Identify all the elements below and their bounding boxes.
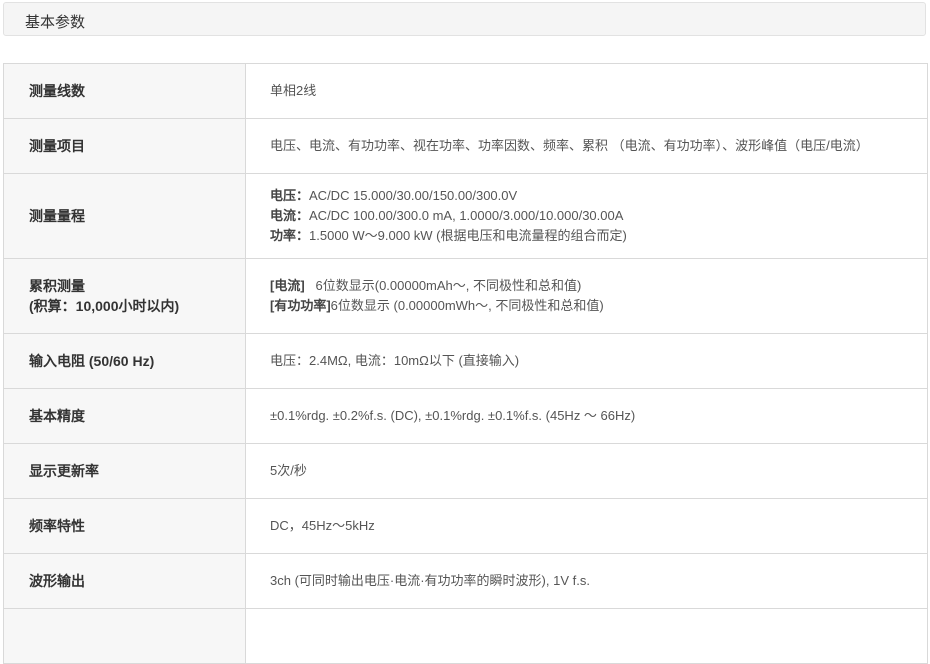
row-label: 显示更新率 — [3, 443, 246, 499]
value-text: AC/DC 15.000/30.00/150.00/300.0V — [309, 188, 518, 203]
value-key: 电压： — [270, 188, 310, 203]
row-label: 累积测量 (积算：10,000小时以内) — [3, 258, 246, 334]
spec-table: 测量线数 单相2线 测量项目 电压、电流、有功功率、视在功率、功率因数、频率、累… — [3, 63, 928, 664]
table-row — [3, 608, 928, 664]
row-value: 电压：2.4MΩ, 电流：10mΩ以下 (直接输入) — [245, 333, 928, 389]
value-line: [有功功率]6位数显示 (0.00000mWh～, 不同极性和总和值) — [270, 296, 927, 316]
table-row: 测量量程 电压：AC/DC 15.000/30.00/150.00/300.0V… — [3, 173, 928, 259]
row-value: DC，45Hz～5kHz — [245, 498, 928, 554]
value-line: 电流：AC/DC 100.00/300.0 mA, 1.0000/3.000/1… — [270, 206, 927, 226]
row-label: 测量线数 — [3, 63, 246, 119]
value-text: 1.5000 W～9.000 kW (根据电压和电流量程的组合而定) — [309, 228, 627, 243]
section-title: 基本参数 — [25, 14, 86, 31]
row-value: [电流] 6位数显示(0.00000mAh～, 不同极性和总和值) [有功功率]… — [245, 258, 928, 334]
value-line: 电压：AC/DC 15.000/30.00/150.00/300.0V — [270, 186, 927, 206]
row-label: 频率特性 — [3, 498, 246, 554]
value-text: 6位数显示 (0.00000mWh～, 不同极性和总和值) — [330, 298, 604, 313]
table-row: 频率特性 DC，45Hz～5kHz — [3, 498, 928, 554]
table-row: 累积测量 (积算：10,000小时以内) [电流] 6位数显示(0.00000m… — [3, 258, 928, 334]
row-value — [245, 608, 928, 664]
value-key: [有功功率] — [270, 298, 331, 313]
row-value: 5次/秒 — [245, 443, 928, 499]
table-row: 波形输出 3ch (可同时输出电压·电流·有功功率的瞬时波形), 1V f.s. — [3, 553, 928, 609]
table-row: 测量线数 单相2线 — [3, 63, 928, 119]
section-header: 基本参数 — [3, 2, 926, 36]
table-row: 输入电阻 (50/60 Hz) 电压：2.4MΩ, 电流：10mΩ以下 (直接输… — [3, 333, 928, 389]
value-line: [电流] 6位数显示(0.00000mAh～, 不同极性和总和值) — [270, 276, 927, 296]
value-key: 功率： — [270, 228, 310, 243]
row-value: 3ch (可同时输出电压·电流·有功功率的瞬时波形), 1V f.s. — [245, 553, 928, 609]
row-label: 输入电阻 (50/60 Hz) — [3, 333, 246, 389]
row-value: 电压：AC/DC 15.000/30.00/150.00/300.0V 电流：A… — [245, 173, 928, 259]
value-key: [电流] — [270, 278, 305, 293]
row-label: 波形输出 — [3, 553, 246, 609]
table-row: 基本精度 ±0.1%rdg. ±0.2%f.s. (DC), ±0.1%rdg.… — [3, 388, 928, 444]
table-row: 测量项目 电压、电流、有功功率、视在功率、功率因数、频率、累积 （电流、有功功率… — [3, 118, 928, 174]
value-text: AC/DC 100.00/300.0 mA, 1.0000/3.000/10.0… — [309, 208, 624, 223]
row-value: 单相2线 — [245, 63, 928, 119]
row-label: 测量项目 — [3, 118, 246, 174]
row-value: 电压、电流、有功功率、视在功率、功率因数、频率、累积 （电流、有功功率）、波形峰… — [245, 118, 928, 174]
row-label — [3, 608, 246, 664]
label-line: 累积测量 — [29, 278, 85, 294]
row-label: 测量量程 — [3, 173, 246, 259]
table-row: 显示更新率 5次/秒 — [3, 443, 928, 499]
row-label: 基本精度 — [3, 388, 246, 444]
value-key: 电流： — [270, 208, 310, 223]
label-line: (积算：10,000小时以内) — [29, 298, 180, 314]
row-value: ±0.1%rdg. ±0.2%f.s. (DC), ±0.1%rdg. ±0.1… — [245, 388, 928, 444]
value-text: 6位数显示(0.00000mAh～, 不同极性和总和值) — [304, 278, 582, 293]
value-line: 功率：1.5000 W～9.000 kW (根据电压和电流量程的组合而定) — [270, 226, 927, 246]
